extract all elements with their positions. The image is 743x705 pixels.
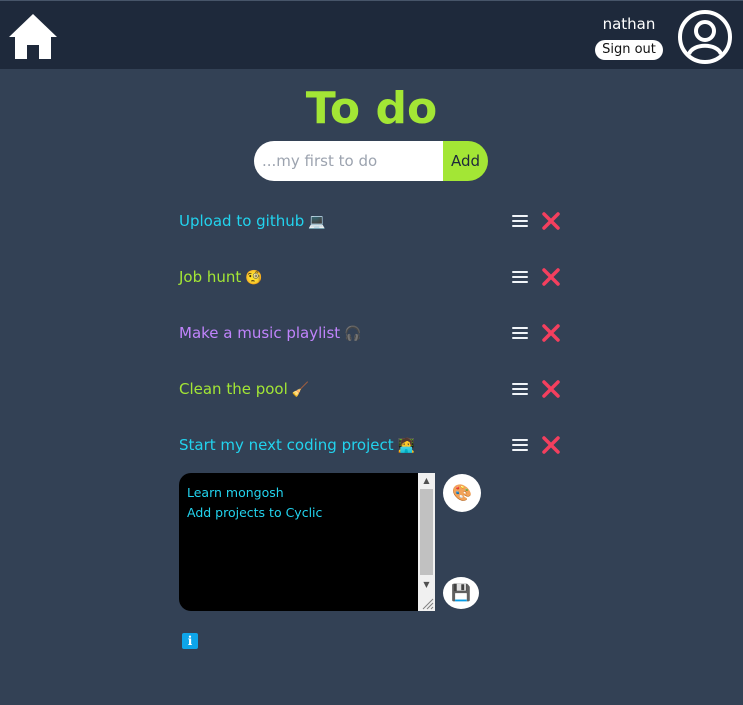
- todo-label[interactable]: Start my next coding project 🧑‍💻: [179, 436, 415, 454]
- menu-icon[interactable]: [512, 380, 528, 398]
- info-icon[interactable]: i: [182, 633, 198, 649]
- todo-item: Clean the pool 🧹: [179, 378, 569, 402]
- menu-icon[interactable]: [512, 268, 528, 286]
- add-todo-form: Add: [254, 141, 488, 181]
- todo-label[interactable]: Make a music playlist 🎧: [179, 324, 362, 342]
- todo-item: Make a music playlist 🎧: [179, 322, 569, 346]
- add-button[interactable]: Add: [443, 141, 488, 181]
- username: nathan: [602, 15, 656, 33]
- todo-label[interactable]: Clean the pool 🧹: [179, 380, 309, 398]
- todo-text: Upload to github: [179, 212, 305, 230]
- delete-icon[interactable]: [541, 435, 561, 455]
- todo-emoji: 💻: [308, 214, 326, 230]
- sign-out-button[interactable]: Sign out: [595, 40, 663, 60]
- home-icon[interactable]: [8, 12, 58, 60]
- menu-icon[interactable]: [512, 436, 528, 454]
- new-todo-input[interactable]: [254, 141, 444, 181]
- todo-emoji: 🧐: [245, 270, 263, 286]
- page-title: To do: [305, 83, 438, 134]
- menu-icon[interactable]: [512, 324, 528, 342]
- todo-emoji: 🧑‍💻: [397, 438, 416, 454]
- scroll-thumb[interactable]: [420, 489, 433, 575]
- todo-emoji: 🎧: [344, 326, 362, 342]
- delete-icon[interactable]: [541, 267, 561, 287]
- todo-notes-textarea[interactable]: [179, 473, 435, 611]
- delete-icon[interactable]: [541, 323, 561, 343]
- todo-text: Make a music playlist: [179, 324, 341, 342]
- todo-text: Job hunt: [179, 268, 242, 286]
- delete-icon[interactable]: [541, 379, 561, 399]
- scroll-up-arrow-icon[interactable]: ▲: [418, 473, 435, 489]
- notes-scrollbar[interactable]: ▲ ▼: [418, 473, 435, 611]
- menu-icon[interactable]: [512, 212, 528, 230]
- resize-grip-icon[interactable]: [418, 594, 435, 611]
- todo-item: Upload to github 💻: [179, 210, 569, 234]
- todo-label[interactable]: Job hunt 🧐: [179, 268, 263, 286]
- top-bar: nathan Sign out: [0, 0, 743, 69]
- todo-text: Start my next coding project: [179, 436, 394, 454]
- todo-emoji: 🧹: [291, 382, 310, 398]
- scroll-down-arrow-icon[interactable]: ▼: [418, 577, 435, 593]
- todo-text: Clean the pool: [179, 380, 288, 398]
- delete-icon[interactable]: [541, 211, 561, 231]
- todo-label[interactable]: Upload to github 💻: [179, 212, 326, 230]
- palette-icon[interactable]: 🎨: [443, 474, 481, 512]
- user-circle-icon[interactable]: [677, 9, 733, 65]
- save-icon[interactable]: 💾: [443, 577, 479, 609]
- todo-item: Job hunt 🧐: [179, 266, 569, 290]
- todo-item: Start my next coding project 🧑‍💻: [179, 434, 569, 458]
